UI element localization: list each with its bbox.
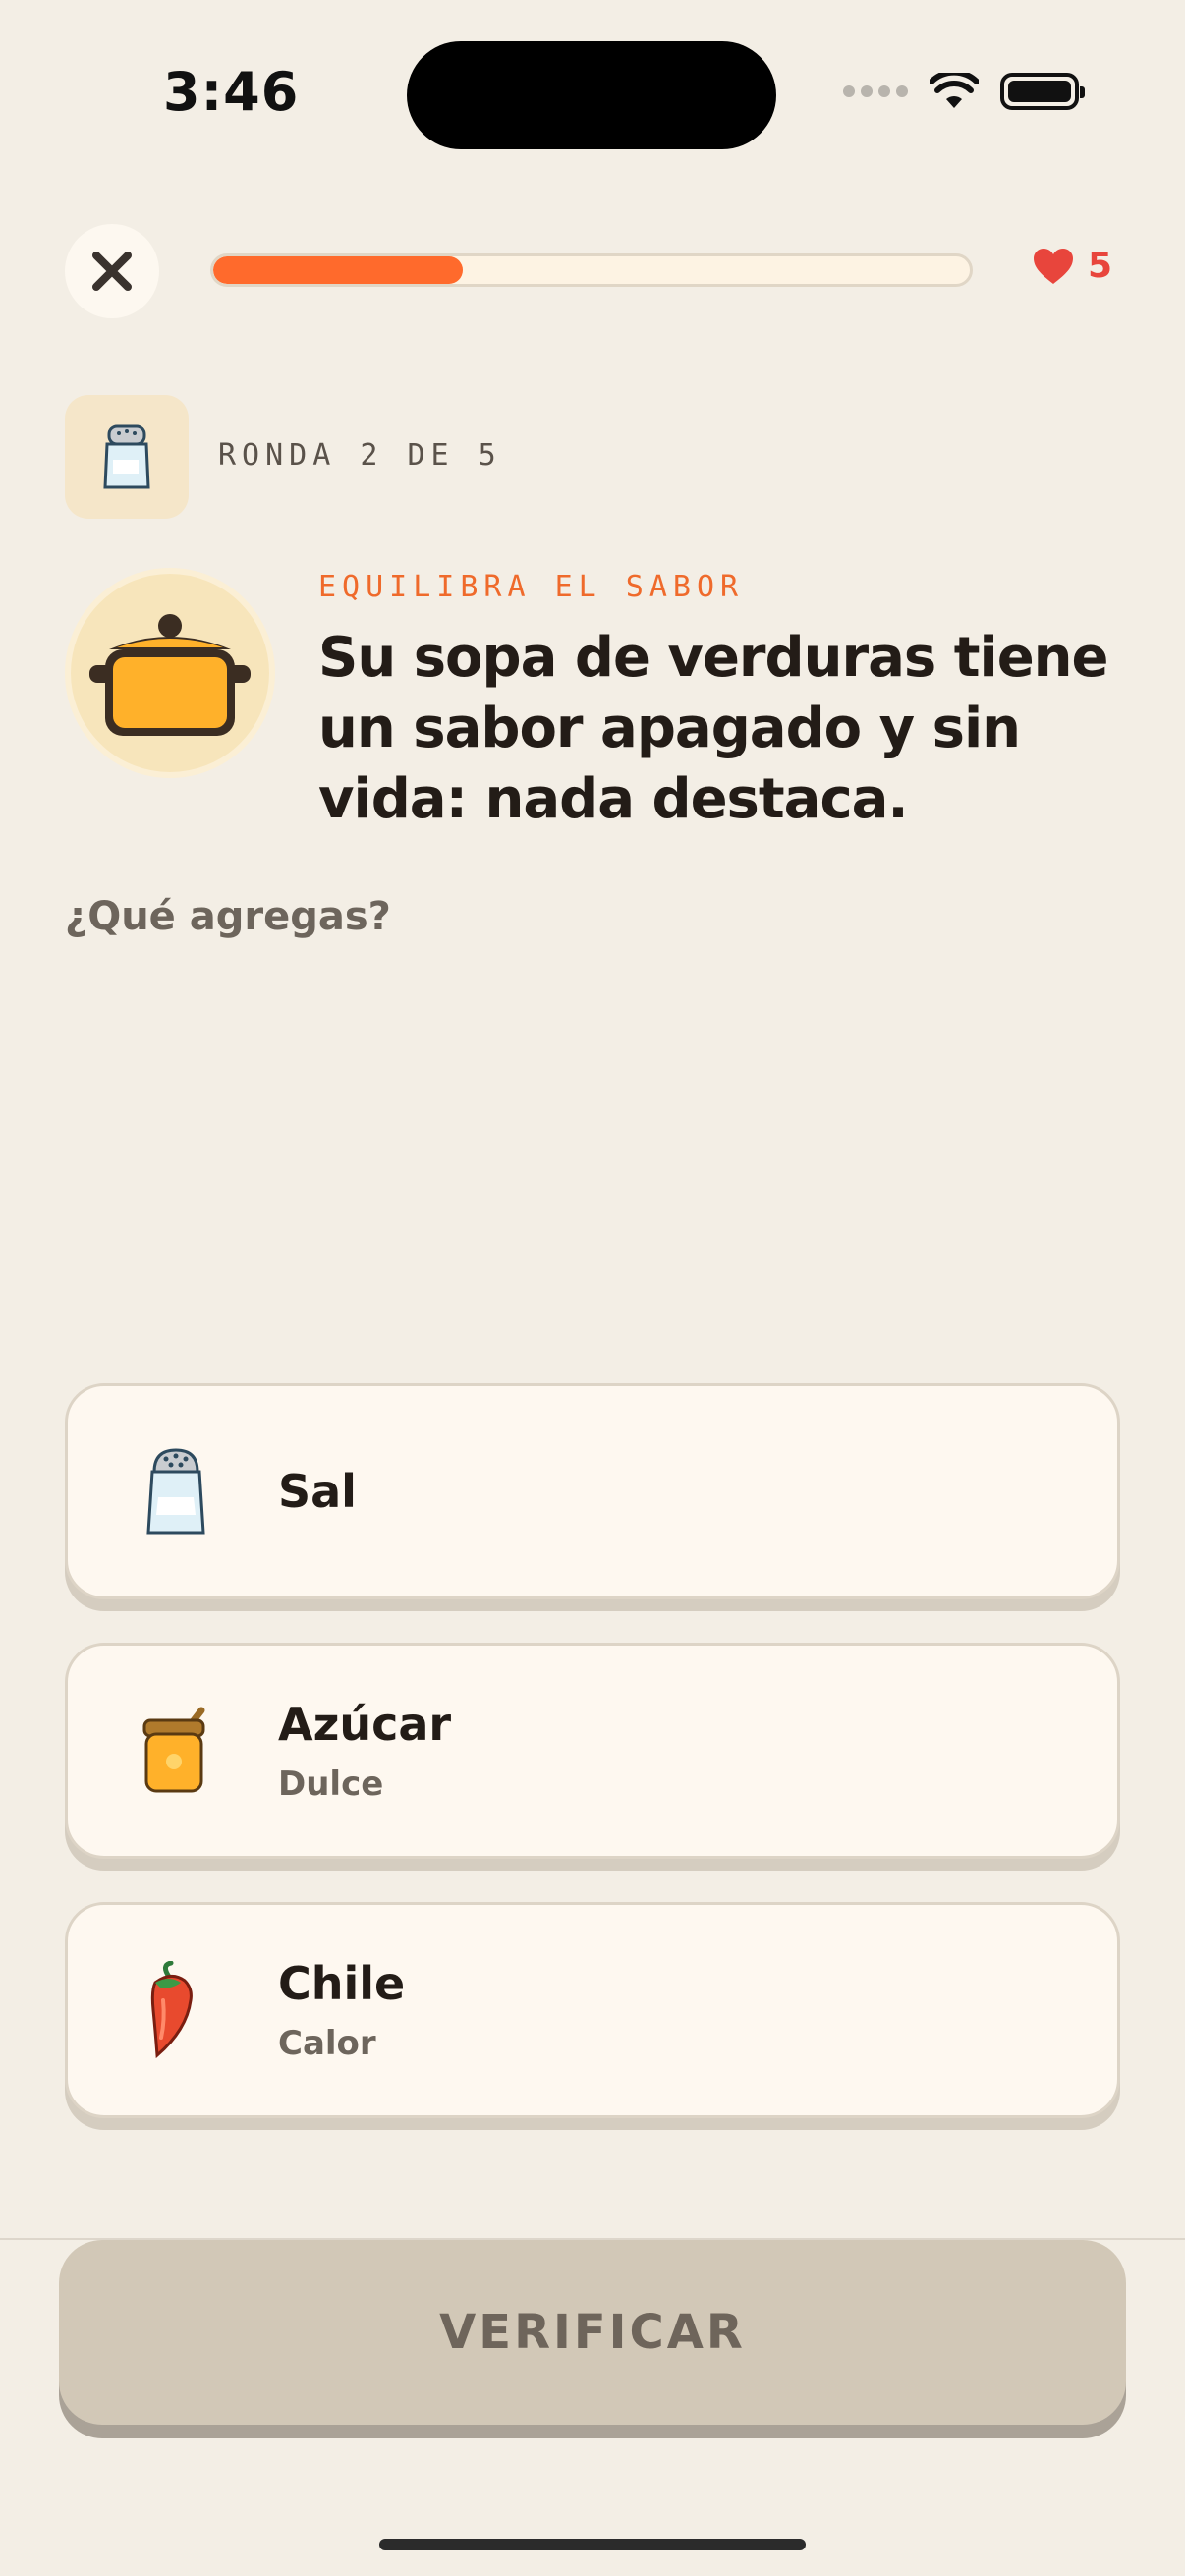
close-button[interactable] — [65, 224, 159, 318]
question-prompt: ¿Qué agregas? — [65, 894, 391, 939]
pot-illustration — [65, 568, 275, 778]
heart-icon — [1033, 248, 1073, 284]
option-icon-wrap — [117, 1707, 235, 1795]
salt-shaker-icon — [146, 1448, 205, 1535]
question-category: EQUILIBRA EL SABOR — [318, 570, 745, 604]
chili-pepper-icon — [150, 1961, 193, 2059]
option-sal[interactable]: Sal — [65, 1383, 1120, 1599]
round-label: RONDA 2 DE 5 — [218, 438, 502, 473]
verify-button[interactable]: VERIFICAR — [59, 2240, 1126, 2425]
option-subtitle: Calor — [278, 2024, 376, 2063]
option-title: Chile — [278, 1957, 406, 2010]
lives-counter: 5 — [1033, 246, 1112, 286]
option-chile[interactable]: Chile Calor — [65, 1902, 1120, 2118]
option-subtitle: Dulce — [278, 1764, 384, 1804]
lesson-progress-bar — [210, 253, 973, 287]
cellular-signal-icon — [843, 85, 908, 97]
question-text: Su sopa de verduras tiene un sabor apaga… — [318, 626, 1109, 831]
close-icon — [92, 252, 132, 291]
option-title: Azúcar — [278, 1698, 452, 1751]
battery-icon — [1000, 73, 1085, 110]
salt-shaker-icon — [103, 424, 150, 489]
dynamic-island — [407, 41, 776, 149]
option-icon-wrap — [117, 1961, 235, 2059]
status-icons — [843, 73, 1085, 110]
status-time: 3:46 — [163, 61, 300, 123]
progress-fill — [213, 256, 464, 284]
home-indicator — [379, 2539, 806, 2550]
option-azucar[interactable]: Azúcar Dulce — [65, 1643, 1120, 1859]
cooking-pot-icon — [89, 614, 251, 736]
wifi-icon — [930, 73, 979, 108]
option-icon-wrap — [117, 1444, 235, 1539]
round-badge — [65, 395, 189, 519]
lives-count: 5 — [1087, 246, 1112, 286]
option-title: Sal — [278, 1465, 357, 1518]
sugar-jar-icon — [142, 1707, 205, 1793]
